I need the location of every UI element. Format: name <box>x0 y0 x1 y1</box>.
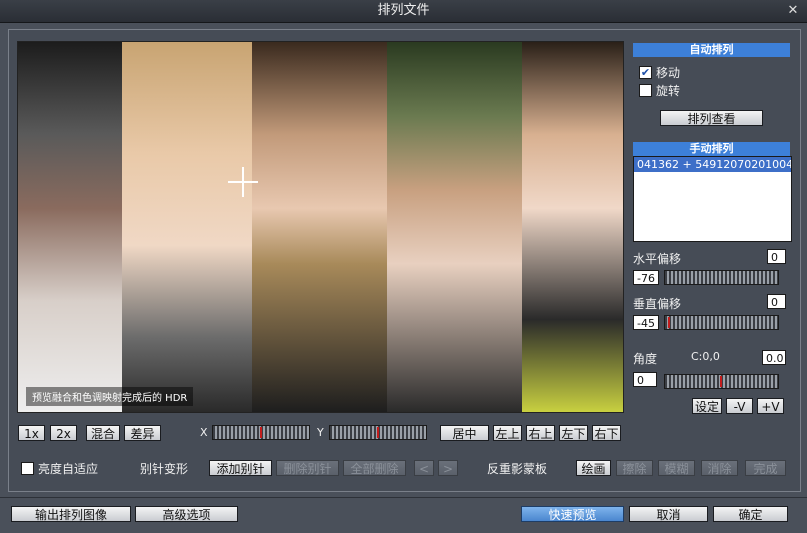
window-title: 排列文件 <box>377 3 430 18</box>
vertical-offset-slider[interactable] <box>664 315 779 330</box>
delete-all-pins-button[interactable]: 全部删除 <box>343 460 406 476</box>
photo-strip-4 <box>387 42 522 412</box>
preview-overlay-text: 预览融合和色调映射完成后的 HDR <box>26 387 194 406</box>
clear-button[interactable]: 消除 <box>701 460 738 476</box>
manual-arrange-list[interactable]: 041362 + 549120702010040523 <box>633 156 792 242</box>
prev-pin-button[interactable]: < <box>414 460 434 476</box>
angle-reset[interactable]: 0.0 <box>762 350 786 365</box>
x-slider-label: X <box>200 426 208 439</box>
pin-warp-label: 别针变形 <box>140 462 189 476</box>
rotate-label: 旋转 <box>656 84 681 98</box>
zoom-2x-button[interactable]: 2x <box>50 425 77 441</box>
zoom-1x-button[interactable]: 1x <box>18 425 45 441</box>
done-button[interactable]: 完成 <box>745 460 786 476</box>
blur-button[interactable]: 模糊 <box>658 460 695 476</box>
ok-button[interactable]: 确定 <box>713 506 788 522</box>
vertical-offset-reset[interactable]: 0 <box>767 294 786 309</box>
delete-pin-button[interactable]: 删除别针 <box>276 460 339 476</box>
angle-slider[interactable] <box>664 374 779 389</box>
close-icon[interactable]: ✕ <box>785 3 801 18</box>
top-right-button[interactable]: 右上 <box>526 425 555 441</box>
photo-strip-5 <box>522 42 623 412</box>
photo-strip-1 <box>18 42 122 412</box>
manual-arrange-header: 手动排列 <box>633 142 790 156</box>
advanced-options-button[interactable]: 高级选项 <box>135 506 238 522</box>
top-left-button[interactable]: 左上 <box>493 425 522 441</box>
vertical-offset-input[interactable]: -45 <box>633 315 659 330</box>
erase-button[interactable]: 擦除 <box>616 460 653 476</box>
angle-input[interactable]: 0 <box>633 372 657 387</box>
auto-brightness-label: 亮度自适应 <box>38 462 99 476</box>
next-pin-button[interactable]: > <box>438 460 458 476</box>
export-arranged-image-button[interactable]: 输出排列图像 <box>11 506 131 522</box>
angle-minus-button[interactable]: -V <box>726 398 753 414</box>
y-slider-label: Y <box>317 426 324 439</box>
move-checkbox[interactable]: ✔ <box>639 66 652 79</box>
title-bar: 排列文件 ✕ <box>0 0 807 23</box>
bottom-left-button[interactable]: 左下 <box>559 425 588 441</box>
footer-divider <box>0 497 807 498</box>
vertical-offset-thumb[interactable] <box>668 317 670 328</box>
vertical-offset-label: 垂直偏移 <box>633 297 682 311</box>
angle-plus-button[interactable]: +V <box>757 398 784 414</box>
crosshair-icon <box>228 167 258 197</box>
horizontal-offset-label: 水平偏移 <box>633 252 682 266</box>
arrange-view-button[interactable]: 排列查看 <box>660 110 763 126</box>
angle-thumb[interactable] <box>720 376 722 387</box>
draw-button[interactable]: 绘画 <box>576 460 611 476</box>
angle-center-label: C:0,0 <box>691 350 720 363</box>
photo-strip-3 <box>252 42 387 412</box>
center-button[interactable]: 居中 <box>440 425 489 441</box>
x-slider-thumb[interactable] <box>260 427 262 438</box>
y-slider[interactable] <box>329 425 427 440</box>
y-slider-thumb[interactable] <box>377 427 379 438</box>
difference-button[interactable]: 差异 <box>124 425 161 441</box>
move-label: 移动 <box>656 66 681 80</box>
horizontal-offset-slider[interactable] <box>664 270 779 285</box>
quick-preview-button[interactable]: 快速预览 <box>521 506 624 522</box>
anti-ghost-mask-label: 反重影蒙板 <box>487 462 548 476</box>
cancel-button[interactable]: 取消 <box>629 506 708 522</box>
auto-arrange-header: 自动排列 <box>633 43 790 57</box>
horizontal-offset-reset[interactable]: 0 <box>767 249 786 264</box>
x-slider[interactable] <box>212 425 310 440</box>
list-item[interactable]: 041362 + 549120702010040523 <box>634 157 791 172</box>
bottom-right-button[interactable]: 右下 <box>592 425 621 441</box>
photo-strip-2 <box>122 42 252 412</box>
image-preview[interactable]: 预览融合和色调映射完成后的 HDR <box>17 41 624 413</box>
angle-label: 角度 <box>633 352 658 366</box>
add-pin-button[interactable]: 添加别针 <box>209 460 272 476</box>
blend-button[interactable]: 混合 <box>86 425 120 441</box>
angle-set-button[interactable]: 设定 <box>692 398 722 414</box>
auto-brightness-checkbox[interactable] <box>21 462 34 475</box>
rotate-checkbox[interactable] <box>639 84 652 97</box>
horizontal-offset-input[interactable]: -76 <box>633 270 659 285</box>
